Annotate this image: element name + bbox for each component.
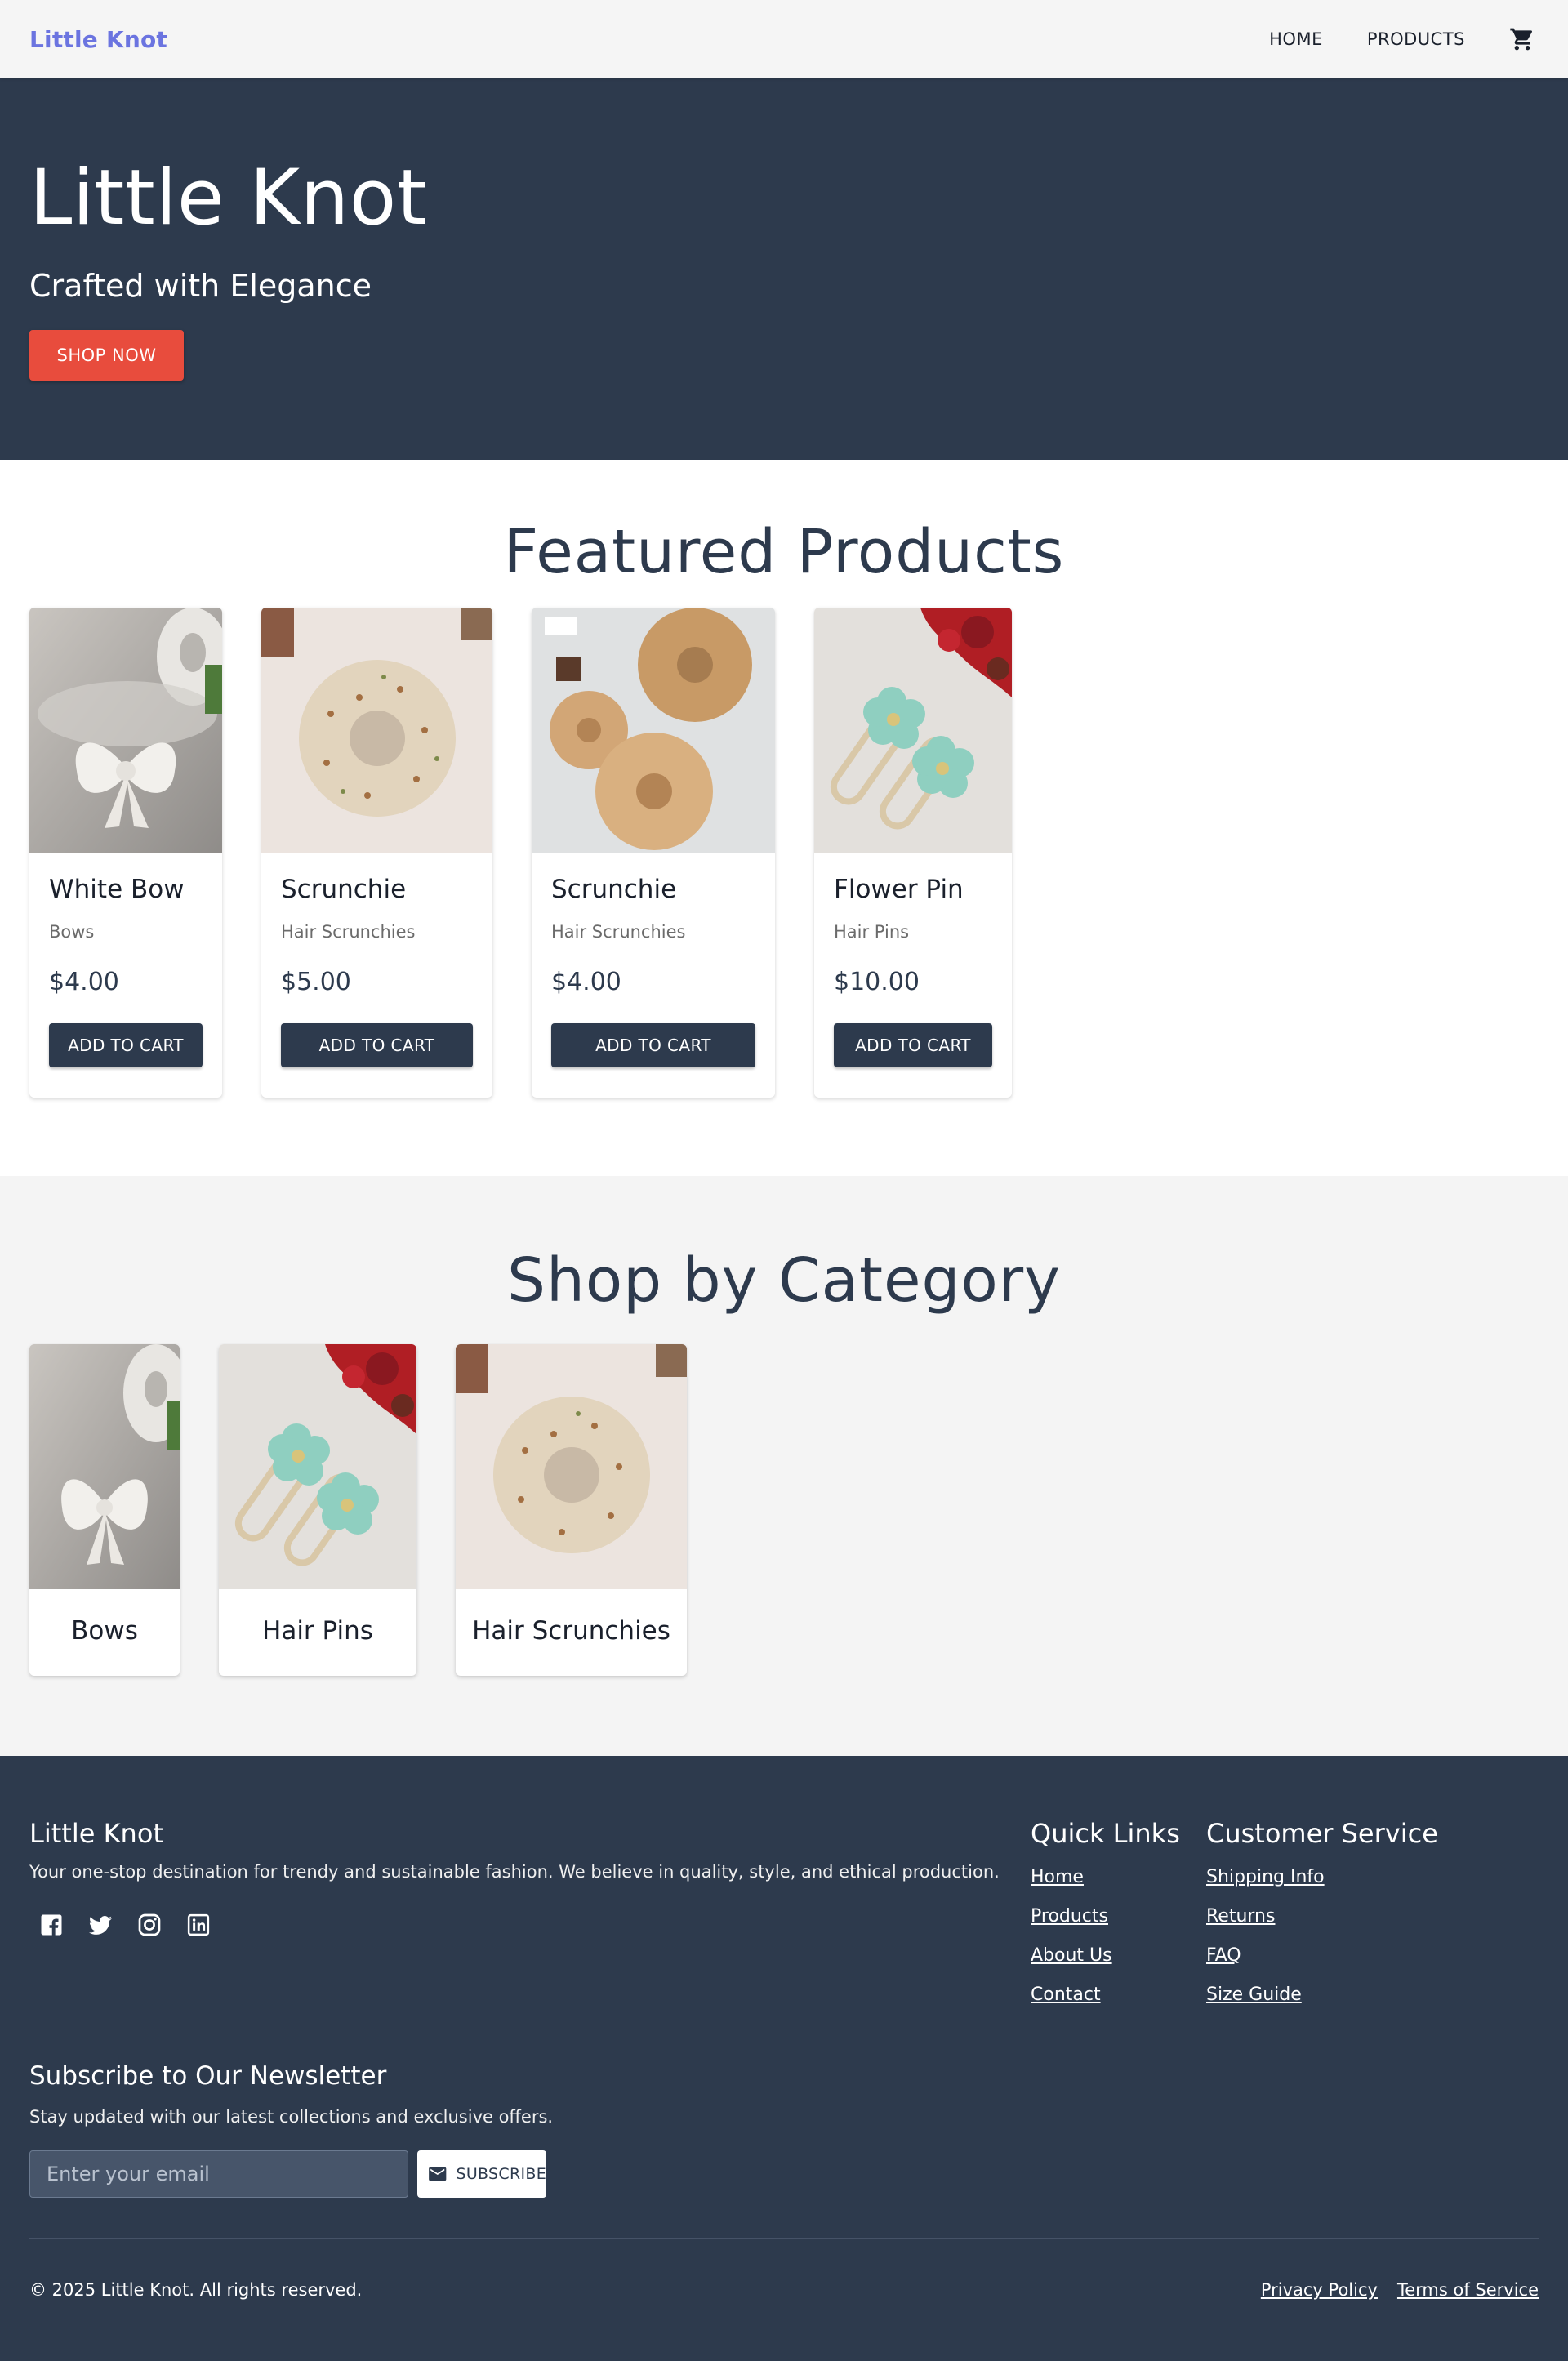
category-image [29,1344,180,1589]
product-price: $10.00 [834,968,920,996]
quick-links-column: Quick Links Home Products About Us Conta… [1031,1818,1180,2024]
product-card[interactable]: Flower Pin Hair Pins $10.00 ADD TO CART [814,608,1012,1098]
product-name: White Bow [49,875,185,904]
product-card[interactable]: Scrunchie Hair Scrunchies $5.00 ADD TO C… [261,608,492,1098]
product-name: Flower Pin [834,875,964,904]
terms-of-service-link[interactable]: Terms of Service [1397,2280,1539,2300]
category-title: Shop by Category [507,1245,1061,1316]
footer-link-contact[interactable]: Contact [1031,1985,1180,2005]
product-category: Hair Scrunchies [551,922,686,942]
product-image[interactable] [532,608,775,853]
category-name: Hair Scrunchies [472,1616,670,1646]
footer-description: Your one-stop destination for trendy and… [29,1862,1000,1882]
footer-brand: Little Knot [29,1818,163,1849]
product-name: Scrunchie [551,875,677,904]
newsletter-subtitle: Stay updated with our latest collections… [29,2107,554,2127]
product-card[interactable]: White Bow Bows $4.00 ADD TO CART [29,608,222,1098]
add-to-cart-button[interactable]: ADD TO CART [281,1023,473,1067]
footer-link-products[interactable]: Products [1031,1906,1180,1927]
nav-home-link[interactable]: HOME [1269,29,1323,49]
social-links [38,1911,212,1939]
category-card-hair-scrunchies[interactable]: Hair Scrunchies [456,1344,687,1676]
nav-links: HOME PRODUCTS [1269,23,1539,56]
product-price: $4.00 [49,968,119,996]
subscribe-label: SUBSCRIBE [456,2165,546,2183]
footer-link-returns[interactable]: Returns [1206,1906,1438,1927]
add-to-cart-button[interactable]: ADD TO CART [551,1023,755,1067]
legal-links: Privacy Policy Terms of Service [1261,2280,1539,2300]
featured-title: Featured Products [503,517,1065,587]
footer-link-home[interactable]: Home [1031,1867,1180,1887]
top-navbar: Little Knot HOME PRODUCTS [0,0,1568,78]
subscribe-button[interactable]: SUBSCRIBE [417,2150,546,2198]
footer-link-size-guide[interactable]: Size Guide [1206,1985,1438,2005]
add-to-cart-button[interactable]: ADD TO CART [49,1023,203,1067]
category-image [456,1344,687,1589]
footer-link-faq[interactable]: FAQ [1206,1945,1438,1966]
product-card[interactable]: Scrunchie Hair Scrunchies $4.00 ADD TO C… [532,608,775,1098]
newsletter-email-input[interactable] [29,2150,408,2198]
instagram-icon[interactable] [136,1911,163,1939]
product-image[interactable] [29,608,222,853]
nav-products-link[interactable]: PRODUCTS [1367,29,1465,49]
mail-icon [429,2167,447,2181]
twitter-icon[interactable] [87,1911,114,1939]
quick-links-title: Quick Links [1031,1818,1180,1849]
shop-now-button[interactable]: SHOP NOW [29,330,184,381]
product-category: Hair Scrunchies [281,922,416,942]
privacy-policy-link[interactable]: Privacy Policy [1261,2280,1378,2300]
linkedin-icon[interactable] [185,1911,212,1939]
hero-title: Little Knot [29,154,428,243]
shopping-cart-icon[interactable] [1506,23,1539,56]
product-image[interactable] [261,608,492,853]
category-card-bows[interactable]: Bows [29,1344,180,1676]
product-category: Hair Pins [834,922,910,942]
newsletter-title: Subscribe to Our Newsletter [29,2061,387,2091]
hero-banner: Little Knot Crafted with Elegance SHOP N… [0,78,1568,460]
product-category: Bows [49,922,95,942]
facebook-icon[interactable] [38,1911,65,1939]
customer-service-column: Customer Service Shipping Info Returns F… [1206,1818,1438,2024]
customer-service-title: Customer Service [1206,1818,1438,1849]
footer-link-about-us[interactable]: About Us [1031,1945,1180,1966]
copyright-text: © 2025 Little Knot. All rights reserved. [29,2280,363,2300]
site-footer: Little Knot Your one-stop destination fo… [0,1756,1568,2361]
brand-logo[interactable]: Little Knot [29,26,167,53]
product-name: Scrunchie [281,875,407,904]
category-image [219,1344,416,1589]
product-price: $4.00 [551,968,621,996]
product-price: $5.00 [281,968,351,996]
add-to-cart-button[interactable]: ADD TO CART [834,1023,992,1067]
product-image[interactable] [814,608,1012,853]
category-card-hair-pins[interactable]: Hair Pins [219,1344,416,1676]
footer-divider [29,2238,1539,2239]
category-name: Bows [71,1616,138,1646]
featured-products-section: Featured Products White Bow Bows $4.00 A… [0,460,1568,1176]
category-name: Hair Pins [262,1616,373,1646]
footer-link-shipping-info[interactable]: Shipping Info [1206,1867,1438,1887]
hero-subtitle: Crafted with Elegance [29,268,372,304]
shop-by-category-section: Shop by Category Bows Hair Pins Hair Scr… [0,1176,1568,1756]
